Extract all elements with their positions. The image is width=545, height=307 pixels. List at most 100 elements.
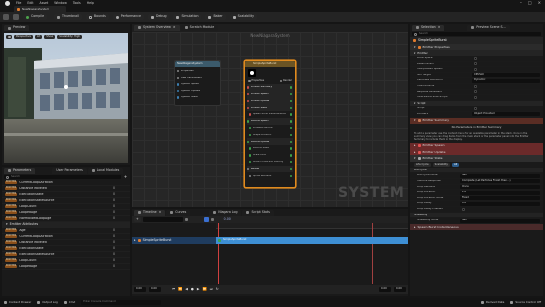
skip-start-icon[interactable]: ⏮: [172, 287, 175, 291]
tab-script-stats[interactable]: Script Stats: [242, 209, 274, 216]
enable-toggle-icon[interactable]: [289, 99, 292, 103]
performance-button[interactable]: Performance: [112, 14, 144, 20]
snap-icon[interactable]: [203, 217, 209, 222]
details-value[interactable]: [472, 62, 543, 66]
enable-toggle-icon[interactable]: [289, 126, 292, 130]
timeline-track-bar[interactable]: SimpleSpriteBurst: [216, 237, 408, 244]
browse-icon[interactable]: [13, 14, 19, 20]
system-node-row[interactable]: System State: [177, 94, 218, 101]
system-node-row[interactable]: System Update: [177, 88, 218, 95]
maximize-icon[interactable]: □: [528, 1, 532, 5]
enable-toggle-icon[interactable]: [289, 86, 292, 89]
parameters-search[interactable]: Search: [4, 174, 121, 180]
enable-toggle-icon[interactable]: [289, 113, 292, 116]
state-tab-all[interactable]: All: [451, 162, 460, 168]
details-value[interactable]: [472, 67, 543, 72]
emitter-module-row[interactable]: Shape Location: [247, 132, 293, 139]
output-log-button[interactable]: Output Log: [37, 301, 58, 304]
settings-icon[interactable]: [210, 218, 214, 221]
state-value[interactable]: Once: [460, 184, 543, 189]
enable-toggle-icon[interactable]: [289, 106, 292, 109]
enable-toggle-icon[interactable]: [289, 93, 292, 96]
menu-window[interactable]: Window: [54, 1, 67, 5]
enable-toggle-icon[interactable]: [289, 120, 292, 123]
filter-icon[interactable]: [184, 218, 188, 221]
parameter-row[interactable]: EMITTER LoopedAge 0: [2, 264, 130, 270]
system-node[interactable]: NewNiagaraSystem Properties User Paramete…: [174, 60, 221, 106]
debug-button[interactable]: Debug: [148, 14, 170, 20]
state-value[interactable]: [460, 207, 543, 211]
tab-preview-scene[interactable]: Preview Scene S...: [467, 24, 510, 31]
state-value[interactable]: 0.0: [460, 201, 543, 206]
show-button[interactable]: Show: [44, 35, 56, 40]
state-tab-life-cycle[interactable]: Life Cycle: [414, 162, 431, 168]
details-value[interactable]: [472, 95, 543, 100]
details-value[interactable]: CPUSim: [472, 73, 543, 78]
details-value[interactable]: [472, 56, 543, 60]
playhead[interactable]: [218, 223, 219, 284]
compile-button[interactable]: Compile: [23, 14, 48, 20]
emitter-module-row[interactable]: Scale Color: [247, 152, 293, 159]
preview-tab[interactable]: Preview: [4, 25, 30, 31]
play-icon[interactable]: ▶: [197, 287, 200, 291]
thumbnail-button[interactable]: Thumbnail: [54, 14, 82, 20]
emitter-module-row[interactable]: Particle State: [247, 145, 293, 152]
emitter-stage-header[interactable]: Emitter Update: [247, 97, 293, 105]
perspective-button[interactable]: Perspective: [14, 35, 34, 40]
system-node-row[interactable]: System Spawn: [177, 81, 218, 88]
state-value[interactable]: Complete (Let Particles Finish then...): [460, 179, 543, 184]
add-track-button[interactable]: +: [134, 217, 141, 222]
selection-search[interactable]: Search: [412, 31, 541, 37]
source-control-button[interactable]: Source Control Off: [510, 301, 541, 304]
enable-toggle-icon[interactable]: [289, 154, 292, 157]
tab-scratch-module[interactable]: Scratch Module: [180, 24, 219, 31]
tab-niagara-log[interactable]: Niagara Log: [209, 209, 242, 216]
time-in-field[interactable]: 0.00: [149, 287, 161, 292]
close-icon[interactable]: ×: [538, 1, 541, 5]
emitter-stage-header[interactable]: Emitter Spawn: [247, 90, 293, 98]
tab-user-parameters[interactable]: User Parameters: [52, 167, 87, 174]
emitter-module-row[interactable]: Solve Forces and Velocity: [247, 159, 293, 166]
enable-toggle-icon[interactable]: [289, 147, 292, 150]
add-icon[interactable]: +: [123, 174, 128, 180]
step-back-icon[interactable]: ⏪: [178, 287, 182, 291]
menu-help[interactable]: Help: [87, 1, 94, 5]
tab-selection[interactable]: Selection ×: [412, 24, 445, 31]
close-icon[interactable]: ×: [173, 25, 176, 29]
time-end-field[interactable]: 0.00: [394, 287, 406, 292]
tab-parameters[interactable]: Parameters: [4, 167, 36, 174]
time-start-field[interactable]: 0.00: [134, 287, 146, 292]
emitter-module-row[interactable]: Spawn Burst Instantaneous: [247, 111, 293, 118]
emitter-stage-header[interactable]: Particle Spawn: [247, 117, 293, 125]
derived-data-button[interactable]: Derived Data: [480, 301, 504, 304]
close-icon[interactable]: ×: [159, 210, 162, 214]
enable-toggle-icon[interactable]: [289, 167, 292, 171]
spawn-burst-header[interactable]: ▸ Spawn Burst Instantaneous: [410, 223, 543, 231]
viewport-options-button[interactable]: [6, 35, 12, 40]
checkbox-icon[interactable]: [474, 56, 478, 60]
emitter-module-row[interactable]: Initialize Particle: [247, 125, 293, 132]
emitter-stage-header[interactable]: Emitter Summary: [247, 84, 293, 91]
step-forward-icon[interactable]: ⏩: [202, 287, 206, 291]
state-value[interactable]: Self: [460, 173, 543, 178]
checkbox-icon[interactable]: [474, 84, 478, 88]
timeline-search[interactable]: [142, 217, 183, 222]
enable-toggle-icon[interactable]: [289, 133, 292, 137]
menu-file[interactable]: File: [16, 1, 21, 5]
details-value[interactable]: Dynamic: [472, 79, 543, 83]
tab-timeline[interactable]: Timeline ×: [134, 209, 166, 216]
state-value[interactable]: Self: [460, 218, 543, 223]
time-ruler[interactable]: [216, 223, 408, 229]
system-node-row[interactable]: User Parameters: [177, 75, 218, 82]
menu-edit[interactable]: Edit: [27, 1, 33, 5]
scalability-badge[interactable]: Scalability: High: [57, 35, 83, 40]
emitter-module-row[interactable]: Sprite Renderer: [247, 172, 293, 179]
minimize-icon[interactable]: –: [520, 1, 522, 5]
state-value[interactable]: Fixed: [460, 196, 543, 201]
graph-canvas[interactable]: NewNiagaraSystem SYSTEM NewNiagaraSystem…: [132, 32, 408, 207]
time-out-field[interactable]: 0.00: [379, 287, 391, 292]
baker-button[interactable]: Baker: [205, 14, 226, 20]
enable-toggle-icon[interactable]: [289, 160, 292, 164]
content-drawer-button[interactable]: Content Drawer: [4, 301, 31, 304]
viewport[interactable]: Perspective Lit Show Scalability: High: [4, 33, 128, 163]
